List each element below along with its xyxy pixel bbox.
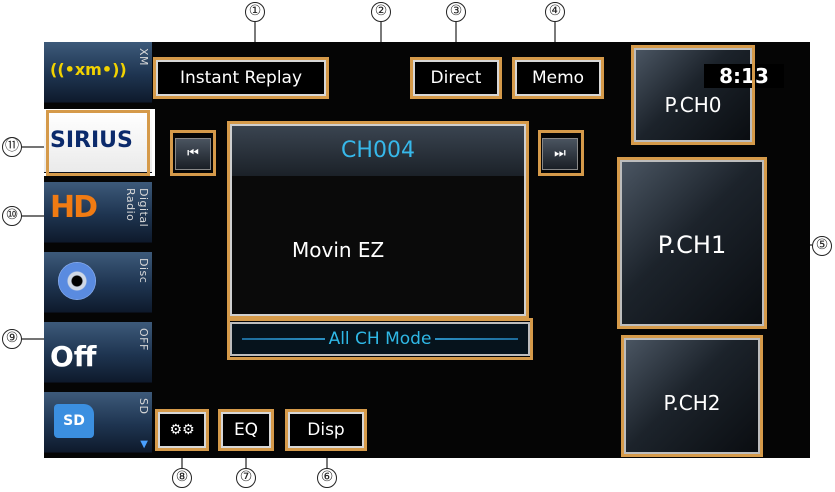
source-sirius[interactable]: SIRIUS: [44, 109, 155, 176]
next-channel-button[interactable]: ⏭: [542, 138, 578, 170]
source-label: Disc: [137, 258, 150, 284]
song-title: Movin EZ: [292, 238, 385, 262]
off-icon: Off: [50, 340, 97, 373]
source-label: SD: [137, 398, 150, 415]
preset-label: P.CH1: [657, 231, 727, 259]
xm-radio-icon: ((•xm•)): [50, 60, 127, 79]
mode-label: All CH Mode: [324, 329, 436, 349]
sd-card-icon: SD: [54, 404, 94, 438]
preset-label: P.CH2: [663, 391, 721, 415]
disc-icon: [58, 262, 96, 300]
source-label: OFF: [137, 328, 150, 351]
hd-radio-icon: HD: [50, 190, 98, 225]
channel-mode-button[interactable]: All CH Mode: [230, 322, 530, 356]
scroll-down-icon[interactable]: ▼: [140, 439, 148, 450]
channel-info-panel[interactable]: CH004 Movin EZ: [230, 124, 526, 316]
instant-replay-button[interactable]: Instant Replay: [156, 60, 326, 96]
preset-channel-1[interactable]: P.CH1: [620, 160, 764, 326]
source-digital-radio[interactable]: HD Digital Radio: [44, 182, 152, 243]
eq-button[interactable]: EQ: [221, 412, 271, 448]
source-xm[interactable]: ((•xm•)) XM: [44, 42, 152, 103]
previous-channel-button[interactable]: ⏮: [175, 138, 211, 170]
preset-channel-2[interactable]: P.CH2: [624, 338, 760, 454]
head-unit-screen: ((•xm•)) XM SIRIUS HD Digital Radio Disc…: [44, 42, 810, 458]
source-label: Digital Radio: [124, 188, 150, 228]
preset-label: P.CH0: [664, 93, 722, 117]
preset-channel-0[interactable]: P.CH0: [634, 48, 752, 142]
gear-icon: ⚙⚙: [169, 422, 195, 438]
clock: 8:13: [704, 64, 784, 88]
memo-button[interactable]: Memo: [515, 60, 601, 96]
source-sd[interactable]: SD SD ▼: [44, 392, 152, 453]
source-sidebar: ((•xm•)) XM SIRIUS HD Digital Radio Disc…: [44, 42, 155, 458]
channel-number: CH004: [232, 126, 524, 176]
sirius-logo-icon: SIRIUS: [50, 128, 133, 153]
source-disc[interactable]: Disc: [44, 252, 152, 313]
source-label: XM: [137, 48, 150, 67]
display-button[interactable]: Disp: [288, 412, 364, 448]
source-off[interactable]: Off OFF: [44, 322, 152, 383]
settings-button[interactable]: ⚙⚙: [158, 412, 206, 448]
direct-button[interactable]: Direct: [413, 60, 499, 96]
